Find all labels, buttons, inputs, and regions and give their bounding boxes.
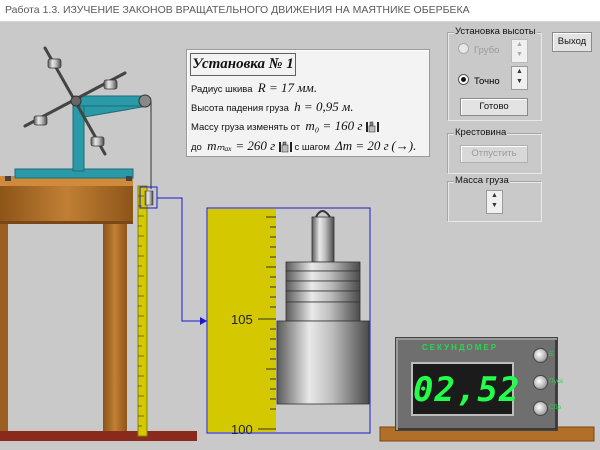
fine-radio-dot [458,74,469,85]
stopwatch-time: 02,52 [413,370,521,410]
title-bar: Работа 1.3. ИЗУЧЕНИЕ ЗАКОНОВ ВРАЩАТЕЛЬНО… [0,0,600,22]
step-label: с шагом [294,142,330,153]
release-button[interactable]: Отпустить [460,145,528,163]
fine-radio-label: Точно [474,76,500,87]
right-arrow-icon: (→). [391,138,417,153]
to-label: до [191,142,202,153]
mass-step-line: до mₘₐₓ = 260 г с шагом Δm = 20 г (→). [191,138,416,154]
stopwatch-power-knob[interactable] [533,348,548,363]
done-button[interactable]: Готово [460,98,528,116]
scene: 105 100 Установка № 1 Радиус шкива R = 1… [0,21,600,450]
setup-title: Установка № 1 [190,53,296,76]
mass-range-line: Массу груза изменять от m₀ = 160 г [191,118,380,134]
window-title: Работа 1.3. ИЗУЧЕНИЕ ЗАКОНОВ ВРАЩАТЕЛЬНО… [5,4,470,16]
mass-spinner[interactable]: ▲ ▼ [486,190,503,214]
stopwatch-title: СЕКУНДОМЕР [421,343,499,352]
mass-range-label: Массу груза изменять от [191,122,301,133]
coarse-radio[interactable]: Грубо [458,43,499,56]
weight-add-icon [366,122,380,133]
stopwatch: СЕКУНДОМЕР 02,52 Е Пуск Сбр [395,337,563,431]
mass-min-value: m₀ = 160 г [305,118,363,133]
fine-spinner[interactable]: ▲ ▼ [511,66,528,90]
mass-title: Масса груза [454,175,510,186]
height-label: Высота падения груза [191,103,289,114]
coarse-spinner[interactable]: ▲ ▼ [511,39,528,63]
reset-knob-label: Сбр [549,404,562,411]
stopwatch-start-knob[interactable] [533,375,548,390]
height-setting-title: Установка высоты [454,26,537,37]
setup-info-panel: Установка № 1 Радиус шкива R = 17 мм. Вы… [186,49,430,157]
radius-label: Радиус шкива [191,84,253,95]
height-line: Высота падения груза h = 0,95 м. [191,99,354,115]
radius-value: R = 17 мм. [257,80,318,95]
pulley [138,94,152,108]
exit-button[interactable]: Выход [552,32,592,52]
coarse-radio-dot [458,43,469,54]
coarse-radio-label: Грубо [474,45,500,56]
step-value: Δm = 20 г [335,138,389,153]
mass-max-value: mₘₐₓ = 260 г [207,138,276,153]
stopwatch-display: 02,52 [411,362,521,416]
ruler-label-upper: 105 [231,312,253,327]
crosspiece-title: Крестовина [454,127,508,138]
stopwatch-reset-knob[interactable] [533,401,548,416]
ruler-label-lower: 100 [231,422,253,437]
radius-line: Радиус шкива R = 17 мм. [191,80,317,96]
start-knob-label: Пуск [549,378,563,385]
table [0,176,197,441]
fine-radio[interactable]: Точно [458,74,500,87]
weight-stack-icon [278,142,292,153]
power-knob-label: Е [549,351,554,358]
height-value: h = 0,95 м. [294,99,354,114]
